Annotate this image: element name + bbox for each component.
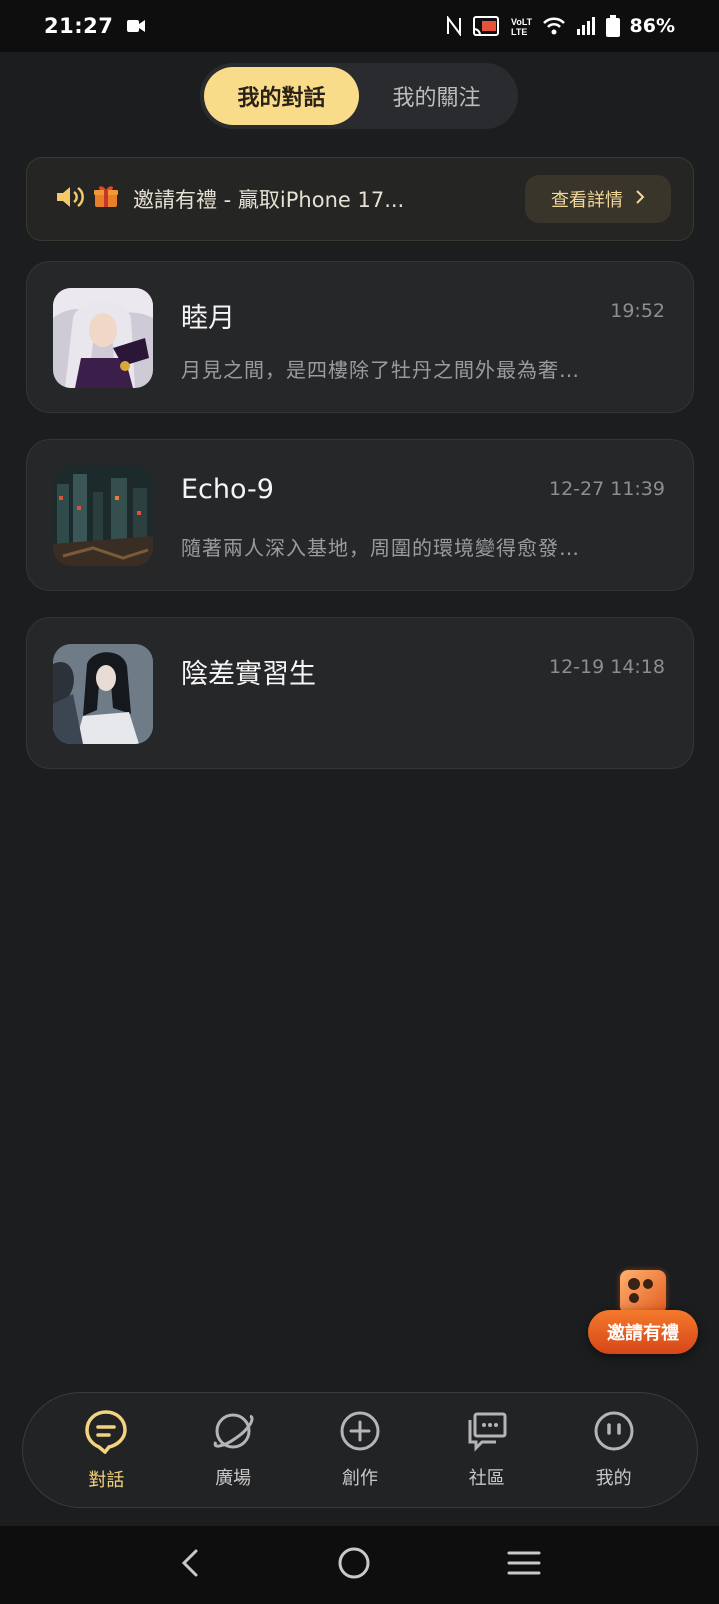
phone-gift-icon (620, 1270, 666, 1314)
chevron-right-icon (635, 189, 645, 210)
tab-my-follows[interactable]: 我的關注 (359, 67, 514, 125)
view-details-button[interactable]: 查看詳情 (525, 175, 671, 223)
nav-item-plaza[interactable]: 廣場 (183, 1410, 283, 1490)
nav-label: 社區 (468, 1468, 505, 1489)
nav-label: 我的 (595, 1468, 632, 1489)
chat-time: 12-27 11:39 (548, 478, 665, 500)
banner-text: 邀請有禮 - 贏取iPhone 17... (133, 188, 405, 212)
chat-preview: 月見之間，是四樓除了牡丹之間外最為奢… (181, 358, 580, 382)
plus-circle-icon (339, 1410, 381, 1456)
speaker-icon (55, 184, 85, 214)
svg-text:LTE: LTE (511, 27, 527, 37)
community-icon (466, 1410, 508, 1456)
system-nav-bar (0, 1526, 719, 1604)
signal-icon (576, 16, 596, 36)
avatar (53, 288, 153, 388)
planet-icon (212, 1410, 254, 1456)
volte-icon: VoLTELTE (510, 15, 532, 37)
invite-float-label: 邀請有禮 (588, 1310, 698, 1354)
wifi-icon (542, 16, 566, 36)
avatar (53, 466, 153, 566)
chat-time: 12-19 14:18 (548, 656, 665, 678)
chat-item[interactable]: 陰差實習生 12-19 14:18 (26, 617, 694, 769)
nav-item-me[interactable]: 我的 (564, 1410, 664, 1490)
status-bar: 21:27 VoLTELTE 86% (0, 0, 719, 52)
chat-preview: 隨著兩人深入基地，周圍的環境變得愈發… (181, 536, 580, 560)
invite-banner[interactable]: 邀請有禮 - 贏取iPhone 17... 查看詳情 (26, 157, 694, 241)
nav-item-create[interactable]: 創作 (310, 1410, 410, 1490)
clock: 21:27 (44, 14, 114, 38)
nav-label: 廣場 (215, 1468, 252, 1489)
avatar (53, 644, 153, 744)
svg-text:VoLTE: VoLTE (511, 17, 532, 27)
bottom-nav: 對話 廣場 創作 社區 我的 (22, 1392, 698, 1508)
chat-item[interactable]: 睦月 19:52 月見之間，是四樓除了牡丹之間外最為奢… (26, 261, 694, 413)
home-icon[interactable] (337, 1546, 371, 1584)
chat-item[interactable]: Echo-9 12-27 11:39 隨著兩人深入基地，周圍的環境變得愈發… (26, 439, 694, 591)
gift-icon (93, 183, 119, 215)
chat-name: 陰差實習生 (181, 659, 316, 690)
nav-item-chat[interactable]: 對話 (56, 1408, 156, 1492)
nav-label: 對話 (88, 1470, 125, 1491)
cast-icon (472, 15, 500, 37)
battery-icon (605, 15, 620, 37)
conversation-tabs: 我的對話 我的關注 (200, 63, 518, 129)
back-icon[interactable] (178, 1548, 202, 1582)
nfc-icon (446, 16, 462, 36)
nav-item-community[interactable]: 社區 (437, 1410, 537, 1490)
view-details-label: 查看詳情 (551, 190, 623, 211)
profile-face-icon (593, 1410, 635, 1456)
chat-name: 睦月 (181, 303, 235, 334)
chat-time: 19:52 (610, 300, 665, 322)
tab-my-conversations[interactable]: 我的對話 (204, 67, 359, 125)
chat-icon (83, 1408, 129, 1458)
battery-percent: 86% (629, 15, 675, 37)
chat-name: Echo-9 (181, 474, 274, 505)
recents-menu-icon[interactable] (507, 1549, 541, 1581)
invite-float-button[interactable]: 邀請有禮 (588, 1270, 698, 1360)
video-camera-icon (127, 19, 146, 33)
nav-label: 創作 (341, 1468, 378, 1489)
